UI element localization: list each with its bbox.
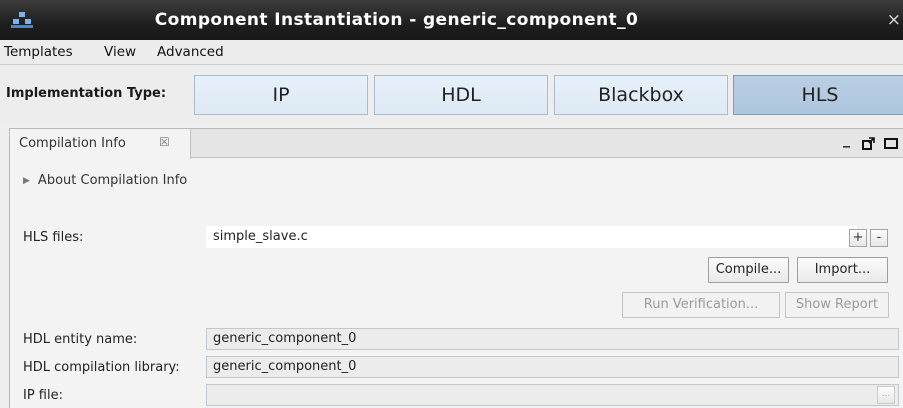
hls-files-label: HLS files: bbox=[23, 230, 84, 245]
hdl-compilation-library-label: HDL compilation library: bbox=[23, 360, 180, 375]
impl-hls-button[interactable]: HLS bbox=[733, 75, 903, 115]
about-compilation-info[interactable]: ▶ About Compilation Info bbox=[23, 173, 187, 188]
compile-button[interactable]: Compile... bbox=[708, 257, 789, 283]
implementation-type-label: Implementation Type: bbox=[6, 86, 167, 101]
menu-view[interactable]: View bbox=[104, 44, 136, 60]
implementation-type-row: Implementation Type: IP HDL Blackbox HLS bbox=[0, 65, 903, 123]
minimize-icon[interactable]: _ bbox=[843, 132, 850, 148]
tab-label: Compilation Info bbox=[19, 136, 126, 151]
ip-file-field[interactable] bbox=[206, 384, 899, 406]
hdl-compilation-library-field[interactable]: generic_component_0 bbox=[206, 356, 899, 378]
add-file-button[interactable]: + bbox=[849, 229, 867, 247]
maximize-icon[interactable] bbox=[884, 138, 898, 149]
tab-strip: Compilation Info ☒ _ bbox=[10, 129, 903, 159]
tab-compilation-info[interactable]: Compilation Info ☒ bbox=[10, 129, 191, 159]
ip-file-browse-button[interactable]: ... bbox=[877, 386, 895, 404]
tab-close-icon[interactable]: ☒ bbox=[159, 135, 170, 149]
close-icon[interactable]: × bbox=[887, 0, 901, 40]
compilation-info-panel: Compilation Info ☒ _ ▶ About Compilation … bbox=[9, 128, 903, 408]
expand-triangle-icon: ▶ bbox=[23, 176, 30, 186]
hls-files-list[interactable]: simple_slave.c bbox=[206, 226, 857, 248]
menu-bar: Templates View Advanced bbox=[0, 40, 903, 65]
window-title: Component Instantiation - generic_compon… bbox=[154, 10, 639, 30]
impl-hdl-button[interactable]: HDL bbox=[374, 75, 548, 115]
show-report-button[interactable]: Show Report bbox=[785, 292, 889, 318]
impl-blackbox-button[interactable]: Blackbox bbox=[554, 75, 728, 115]
import-button[interactable]: Import... bbox=[797, 257, 888, 283]
remove-file-button[interactable]: - bbox=[870, 229, 888, 247]
menu-templates[interactable]: Templates bbox=[4, 44, 73, 60]
detach-icon[interactable] bbox=[862, 137, 875, 150]
menu-advanced[interactable]: Advanced bbox=[157, 44, 224, 60]
ip-file-label: IP file: bbox=[23, 388, 63, 403]
title-bar: Component Instantiation - generic_compon… bbox=[0, 0, 903, 40]
impl-ip-button[interactable]: IP bbox=[194, 75, 368, 115]
about-label: About Compilation Info bbox=[37, 173, 188, 188]
hdl-entity-name-field[interactable]: generic_component_0 bbox=[206, 328, 899, 350]
hdl-entity-name-label: HDL entity name: bbox=[23, 332, 138, 347]
run-verification-button[interactable]: Run Verification... bbox=[622, 292, 780, 318]
